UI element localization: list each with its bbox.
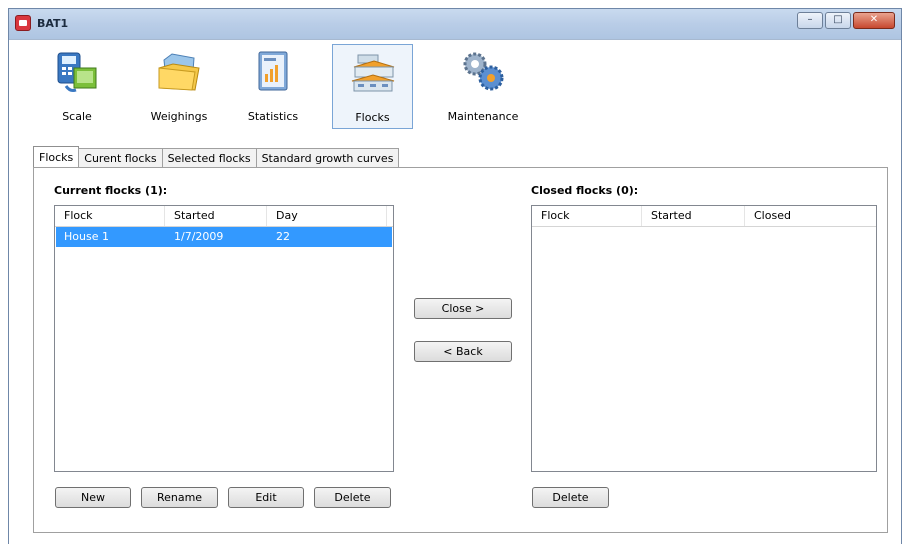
statistics-icon — [258, 51, 288, 91]
folder-icon — [158, 53, 200, 91]
toolbar-weighings[interactable]: Weighings — [134, 44, 224, 129]
toolbar-label-maintenance: Maintenance — [447, 110, 519, 123]
cell-started: 1/7/2009 — [174, 230, 224, 243]
main-content: Scale Weighings Statistics Flocks Mainte… — [9, 39, 901, 546]
cell-day: 22 — [276, 230, 290, 243]
column-flock[interactable]: Flock — [532, 206, 642, 226]
column-flock[interactable]: Flock — [55, 206, 165, 226]
app-icon — [15, 15, 31, 31]
maximize-button[interactable]: □ — [825, 12, 851, 29]
back-button[interactable]: < Back — [414, 341, 512, 362]
window-title: BAT1 — [37, 17, 69, 30]
rename-button[interactable]: Rename — [141, 487, 218, 508]
column-started[interactable]: Started — [642, 206, 745, 226]
flocks-panel: Current flocks (1): Flock Started Day Ho… — [33, 167, 888, 533]
toolbar-label-flocks: Flocks — [355, 111, 390, 124]
close-window-button[interactable]: ✕ — [853, 12, 895, 29]
current-flocks-header: Current flocks (1): — [54, 184, 168, 197]
cell-flock: House 1 — [64, 230, 109, 243]
minimize-button[interactable]: – — [797, 12, 823, 29]
toolbar-flocks[interactable]: Flocks — [332, 44, 413, 129]
delete-closed-button[interactable]: Delete — [532, 487, 609, 508]
current-flocks-list[interactable]: Flock Started Day House 1 1/7/2009 22 — [54, 205, 394, 472]
toolbar-label-scale: Scale — [62, 110, 92, 123]
delete-button[interactable]: Delete — [314, 487, 391, 508]
table-row[interactable]: House 1 1/7/2009 22 — [56, 227, 392, 247]
scale-icon — [57, 52, 97, 92]
minimize-icon: – — [807, 14, 813, 25]
column-started[interactable]: Started — [165, 206, 267, 226]
closed-flocks-header: Closed flocks (0): — [531, 184, 639, 197]
toolbar-label-weighings: Weighings — [150, 110, 208, 123]
edit-button[interactable]: Edit — [228, 487, 304, 508]
gears-icon — [463, 52, 504, 91]
tab-curent-flocks[interactable]: Curent flocks — [78, 148, 163, 167]
close-flock-button[interactable]: Close > — [414, 298, 512, 319]
tab-selected-flocks[interactable]: Selected flocks — [161, 148, 257, 167]
new-button[interactable]: New — [55, 487, 131, 508]
maximize-icon: □ — [833, 14, 843, 25]
toolbar-maintenance[interactable]: Maintenance — [437, 44, 529, 129]
column-day[interactable]: Day — [267, 206, 387, 226]
tab-strip: Flocks Curent flocks Selected flocks Sta… — [33, 146, 400, 168]
current-flocks-column-header: Flock Started Day — [55, 206, 393, 227]
toolbar-label-statistics: Statistics — [247, 110, 299, 123]
closed-flocks-column-header: Flock Started Closed — [532, 206, 876, 227]
title-bar[interactable]: BAT1 – □ ✕ — [9, 9, 901, 39]
app-window: BAT1 – □ ✕ Scale Weighings Statistics Fl… — [8, 8, 902, 546]
tab-flocks[interactable]: Flocks — [33, 146, 80, 167]
flocks-icon — [351, 54, 394, 92]
tab-standard-growth-curves[interactable]: Standard growth curves — [255, 148, 400, 167]
toolbar: Scale Weighings Statistics Flocks Mainte… — [9, 40, 901, 150]
toolbar-scale[interactable]: Scale — [39, 44, 115, 129]
toolbar-statistics[interactable]: Statistics — [234, 44, 312, 129]
closed-flocks-list[interactable]: Flock Started Closed — [531, 205, 877, 472]
column-closed[interactable]: Closed — [745, 206, 876, 226]
close-icon: ✕ — [869, 14, 879, 25]
